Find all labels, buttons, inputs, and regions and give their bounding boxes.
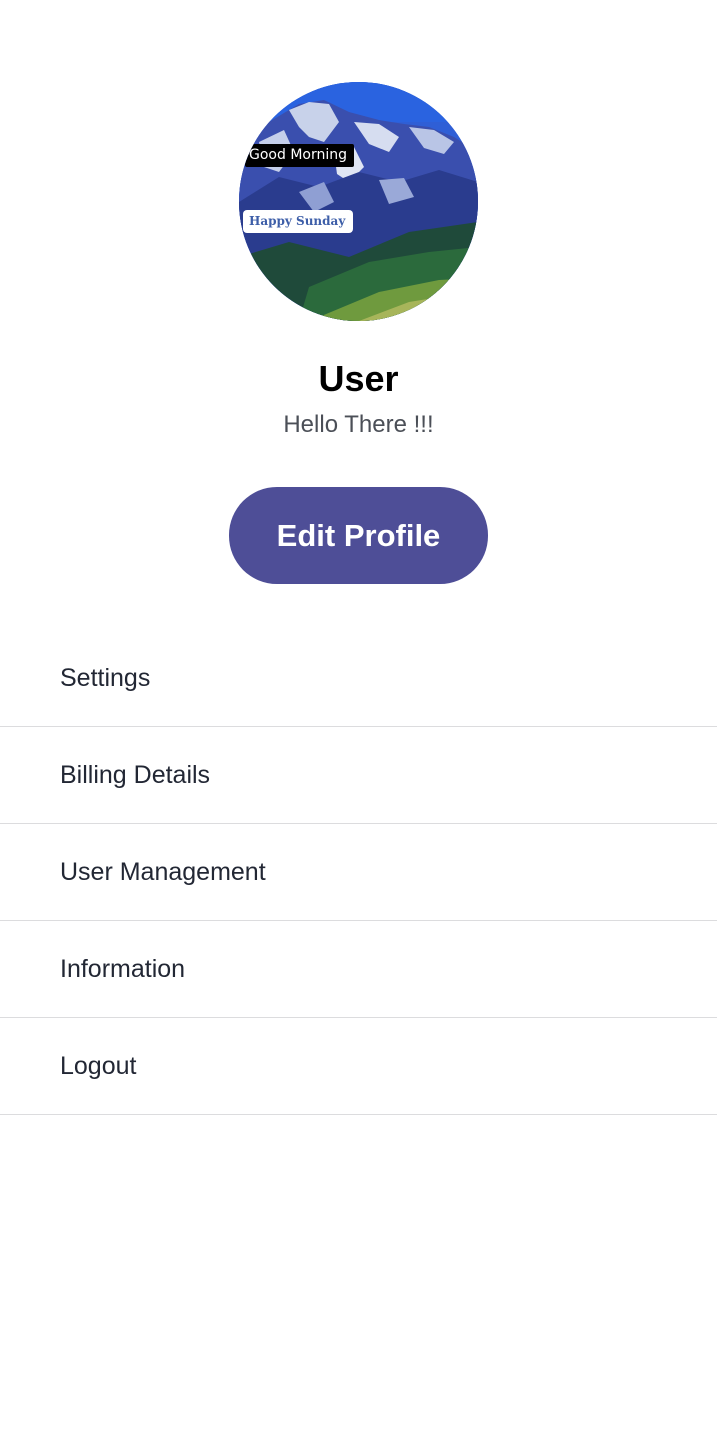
user-greeting: Hello There !!! [283, 411, 434, 438]
menu-item-settings[interactable]: Settings [0, 630, 717, 727]
happy-sunday-caption: Happy Sunday [243, 210, 354, 233]
menu-item-information[interactable]: Information [0, 921, 717, 1018]
avatar[interactable]: Good Morning Happy Sunday [239, 82, 478, 321]
edit-profile-button[interactable]: Edit Profile [229, 487, 488, 584]
good-morning-caption: Good Morning [245, 144, 354, 167]
profile-menu: Settings Billing Details User Management… [0, 630, 717, 1115]
menu-item-billing-details[interactable]: Billing Details [0, 727, 717, 824]
mountain-landscape-image [239, 82, 478, 321]
menu-item-logout[interactable]: Logout [0, 1018, 717, 1115]
user-name: User [318, 358, 399, 399]
menu-item-user-management[interactable]: User Management [0, 824, 717, 921]
